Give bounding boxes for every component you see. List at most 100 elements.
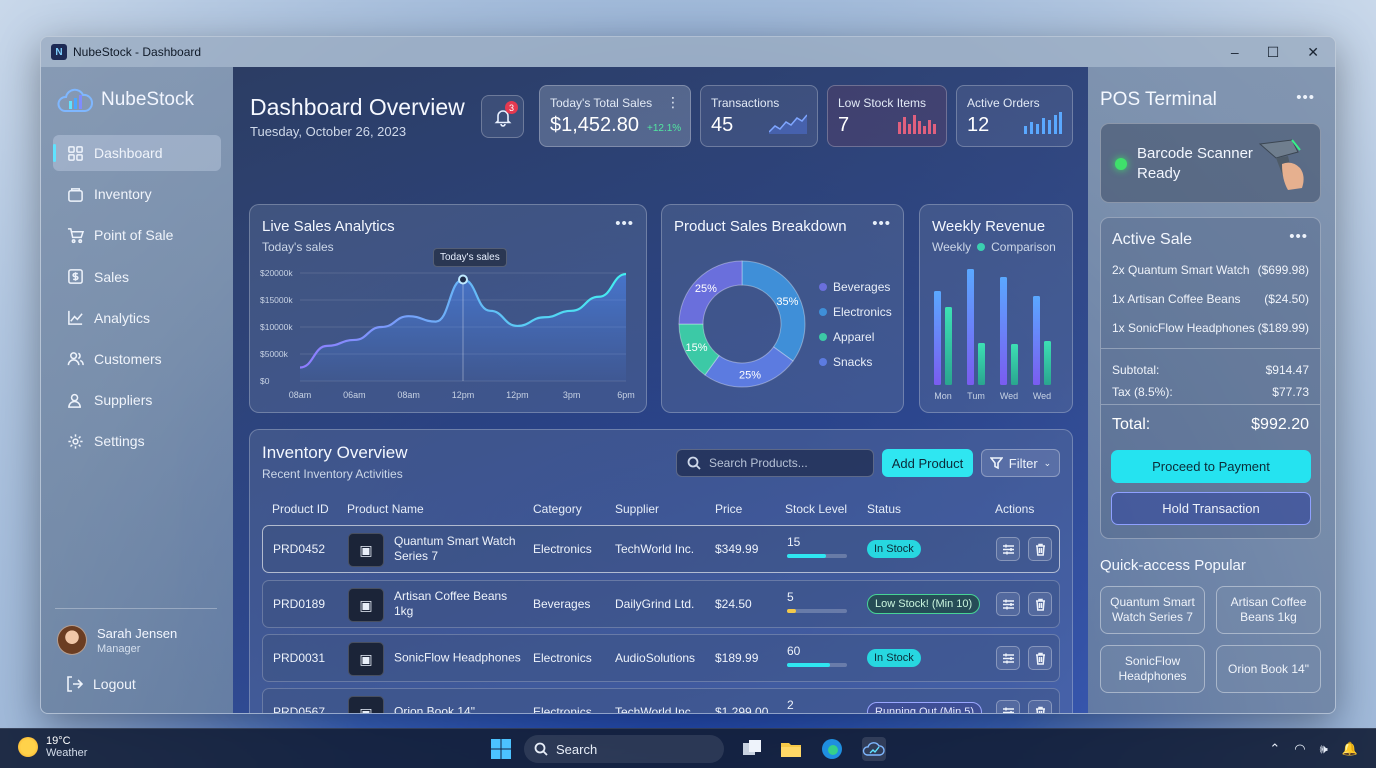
column-header[interactable]: Category bbox=[533, 502, 582, 516]
sidebar-item-analytics[interactable]: Analytics bbox=[53, 300, 221, 336]
sidebar-item-sales[interactable]: Sales bbox=[53, 259, 221, 295]
search-input[interactable] bbox=[709, 456, 869, 470]
table-row[interactable]: PRD0567 ▣ Orion Book 14" Electronics Tec… bbox=[262, 688, 1060, 714]
bar-comparison[interactable] bbox=[945, 307, 952, 385]
app-window: N NubeStock - Dashboard – ☐ ✕ NubeStock … bbox=[40, 36, 1336, 714]
product-name[interactable]: Orion Book 14" bbox=[394, 705, 522, 714]
nubestock-taskbar-icon[interactable] bbox=[862, 737, 886, 761]
bar-weekly[interactable] bbox=[967, 269, 974, 385]
taskbar-search[interactable]: Search bbox=[524, 735, 724, 763]
maximize-button[interactable]: ☐ bbox=[1267, 44, 1280, 61]
edit-button[interactable] bbox=[996, 646, 1020, 670]
user-profile[interactable]: Sarah Jensen Manager bbox=[57, 625, 177, 655]
start-icon[interactable] bbox=[489, 737, 513, 761]
kpi-low-stock[interactable]: Low Stock Items 7 bbox=[827, 85, 947, 147]
sidebar-item-point-of-sale[interactable]: Point of Sale bbox=[53, 217, 221, 253]
more-icon[interactable]: ••• bbox=[1296, 89, 1315, 106]
proceed-to-payment-button[interactable]: Proceed to Payment bbox=[1111, 450, 1311, 483]
bar-weekly[interactable] bbox=[1033, 296, 1040, 385]
stock-count: 5 bbox=[787, 590, 794, 604]
slice-label: 25% bbox=[695, 283, 717, 295]
kpi-active-orders[interactable]: Active Orders 12 bbox=[956, 85, 1073, 147]
adjust-icon bbox=[1002, 707, 1014, 713]
task-view-icon[interactable] bbox=[740, 737, 764, 761]
sidebar-item-suppliers[interactable]: Suppliers bbox=[53, 382, 221, 418]
data-point-marker[interactable] bbox=[458, 274, 468, 285]
more-icon[interactable]: ••• bbox=[1289, 228, 1308, 245]
edit-button[interactable] bbox=[996, 700, 1020, 713]
pie-slice-electronics[interactable] bbox=[741, 260, 806, 362]
file-explorer-icon[interactable] bbox=[779, 737, 803, 761]
filter-icon bbox=[989, 456, 1003, 469]
legend-item[interactable]: Beverages bbox=[819, 274, 892, 299]
minimize-button[interactable]: – bbox=[1231, 44, 1239, 61]
kpi-total-sales[interactable]: Today's Total Sales $1,452.80 +12.1% ⋮ bbox=[539, 85, 691, 147]
quick-access-item[interactable]: Artisan Coffee Beans 1kg bbox=[1216, 586, 1321, 634]
more-icon[interactable]: ⋮ bbox=[666, 94, 680, 111]
column-header: Actions bbox=[995, 502, 1035, 516]
product-name[interactable]: Quantum Smart Watch Series 7 bbox=[394, 534, 522, 564]
column-header[interactable]: Product Name bbox=[347, 502, 424, 516]
close-button[interactable]: ✕ bbox=[1307, 44, 1319, 61]
hold-transaction-button[interactable]: Hold Transaction bbox=[1111, 492, 1311, 525]
quick-access-item[interactable]: SonicFlow Headphones bbox=[1100, 645, 1205, 693]
edit-button[interactable] bbox=[996, 592, 1020, 616]
product-supplier: TechWorld Inc. bbox=[615, 542, 695, 556]
product-id: PRD0189 bbox=[273, 597, 326, 611]
sidebar-item-customers[interactable]: Customers bbox=[53, 341, 221, 377]
brand[interactable]: NubeStock bbox=[57, 87, 233, 113]
sidebar-item-dashboard[interactable]: Dashboard bbox=[53, 135, 221, 171]
bar-weekly[interactable] bbox=[1000, 277, 1007, 385]
column-header[interactable]: Product ID bbox=[272, 502, 329, 516]
legend-item[interactable]: Snacks bbox=[819, 349, 892, 374]
bar-comparison[interactable] bbox=[1044, 341, 1051, 385]
cloud-logo-icon bbox=[57, 88, 93, 112]
volume-icon[interactable]: 🕪 bbox=[1320, 741, 1328, 757]
column-header[interactable]: Supplier bbox=[615, 502, 659, 516]
search-icon bbox=[687, 456, 701, 470]
sale-line-item[interactable]: 1x Artisan Coffee Beans ($24.50) bbox=[1112, 292, 1309, 306]
legend-item[interactable]: Apparel bbox=[819, 324, 892, 349]
kpi-transactions[interactable]: Transactions 45 bbox=[700, 85, 818, 147]
quick-access-item[interactable]: Orion Book 14" bbox=[1216, 645, 1321, 693]
delete-button[interactable] bbox=[1028, 646, 1052, 670]
weekly-revenue-chart[interactable]: Mon Tum Wed Wed bbox=[920, 205, 1072, 412]
sidebar-item-inventory[interactable]: Inventory bbox=[53, 176, 221, 212]
column-header[interactable]: Price bbox=[715, 502, 742, 516]
product-price: $1,299.00 bbox=[715, 705, 769, 714]
sale-line-item[interactable]: 1x SonicFlow Headphones ($189.99) bbox=[1112, 321, 1309, 335]
sidebar-item-settings[interactable]: Settings bbox=[53, 423, 221, 459]
notification-bell-icon[interactable]: 🔔 bbox=[1342, 741, 1358, 757]
live-sales-card: Live Sales Analytics Today's sales ••• $… bbox=[249, 204, 647, 413]
bar-comparison[interactable] bbox=[1011, 344, 1018, 385]
product-name[interactable]: Artisan Coffee Beans 1kg bbox=[394, 589, 522, 619]
delete-button[interactable] bbox=[1028, 592, 1052, 616]
notifications-button[interactable]: 3 bbox=[481, 95, 524, 138]
table-row[interactable]: PRD0189 ▣ Artisan Coffee Beans 1kg Bever… bbox=[262, 580, 1060, 628]
table-row[interactable]: PRD0031 ▣ SonicFlow Headphones Electroni… bbox=[262, 634, 1060, 682]
weather-widget[interactable]: 19°C Weather bbox=[18, 735, 87, 759]
search-field[interactable] bbox=[676, 449, 874, 477]
chevron-up-icon[interactable]: ⌃ bbox=[1269, 741, 1280, 757]
table-row[interactable]: PRD0452 ▣ Quantum Smart Watch Series 7 E… bbox=[262, 525, 1060, 573]
delete-button[interactable] bbox=[1028, 700, 1052, 713]
delete-button[interactable] bbox=[1028, 537, 1052, 561]
logout-button[interactable]: Logout bbox=[65, 675, 136, 693]
browser-icon[interactable] bbox=[820, 737, 844, 761]
column-header[interactable]: Status bbox=[867, 502, 901, 516]
product-thumbnail: ▣ bbox=[348, 642, 384, 676]
tax-row: Tax (8.5%): $77.73 bbox=[1112, 385, 1309, 399]
quick-access-item[interactable]: Quantum Smart Watch Series 7 bbox=[1100, 586, 1205, 634]
add-product-button[interactable]: Add Product bbox=[882, 449, 973, 477]
live-sales-chart[interactable]: $20000k $15000k $10000k $5000k $0 08am 06am 08a… bbox=[250, 205, 646, 412]
legend-item[interactable]: Electronics bbox=[819, 299, 892, 324]
bar-comparison[interactable] bbox=[978, 343, 985, 385]
product-name[interactable]: SonicFlow Headphones bbox=[394, 651, 522, 666]
sale-line-item[interactable]: 2x Quantum Smart Watch ($699.98) bbox=[1112, 263, 1309, 277]
column-header[interactable]: Stock Level bbox=[785, 502, 847, 516]
wifi-icon[interactable]: ◠ bbox=[1294, 741, 1305, 757]
filter-button[interactable]: Filter ⌄ bbox=[981, 449, 1060, 477]
bar-weekly[interactable] bbox=[934, 291, 941, 385]
edit-button[interactable] bbox=[996, 537, 1020, 561]
system-tray[interactable]: ⌃ ◠ 🕪 🔔 bbox=[1269, 741, 1358, 757]
